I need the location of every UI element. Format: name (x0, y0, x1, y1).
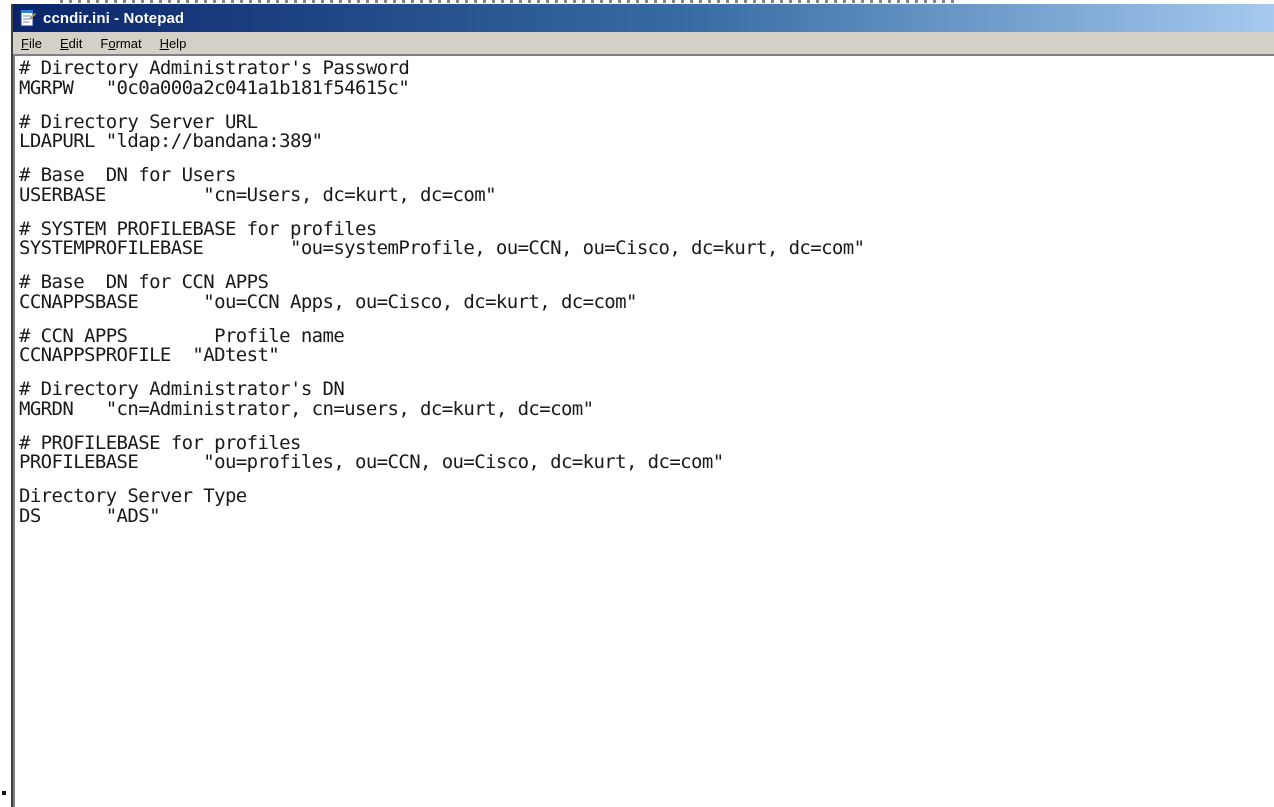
setting-line: CCNAPPSPROFILE "ADtest" (19, 344, 280, 366)
setting-line: CCNAPPSBASE "ou=CCN Apps, ou=Cisco, dc=k… (19, 290, 637, 313)
setting-line: SYSTEMPROFILEBASE "ou=systemProfile, ou=… (19, 237, 865, 259)
title-bar[interactable]: ccndir.ini - Notepad (13, 4, 1274, 32)
setting-line: MGRDN "cn=Administrator, cn=users, dc=ku… (19, 397, 594, 420)
comment-line: # Directory Administrator's DN (19, 378, 345, 400)
setting-line: LDAPURL "ldap://bandana:389" (19, 130, 323, 152)
setting-line: DS "ADS" (19, 504, 161, 527)
menu-edit[interactable]: Edit (51, 36, 91, 51)
comment-line: # Base DN for CCN APPS (19, 271, 269, 293)
document-text[interactable]: # Directory Administrator's Password MGRP… (15, 56, 1274, 807)
comment-line: Directory Server Type (19, 485, 247, 507)
text-editor-area[interactable]: # Directory Administrator's Password MGRP… (13, 54, 1274, 807)
window-title: ccndir.ini - Notepad (43, 9, 185, 27)
notepad-icon[interactable] (19, 9, 37, 27)
menu-format[interactable]: Format (91, 36, 150, 51)
setting-line: MGRPW "0c0a000a2c041a1b181f54615c" (19, 76, 410, 99)
setting-line: PROFILEBASE "ou=profiles, ou=CCN, ou=Cis… (19, 451, 724, 473)
menu-help[interactable]: Help (151, 36, 196, 51)
menu-file[interactable]: File (13, 36, 51, 51)
stray-mark (2, 791, 6, 795)
menu-bar: File Edit Format Help (13, 32, 1274, 54)
comment-line: # Directory Administrator's Password (19, 57, 410, 79)
setting-line: USERBASE "cn=Users, dc=kurt, dc=com" (19, 183, 497, 206)
comment-line: # Base DN for Users (19, 164, 236, 186)
notepad-window: ccndir.ini - Notepad File Edit Format He… (11, 4, 1274, 807)
